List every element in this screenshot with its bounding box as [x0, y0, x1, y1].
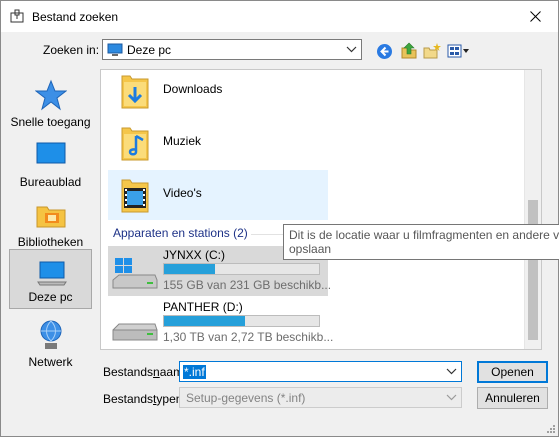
videos-folder-icon: [121, 179, 149, 213]
places-bar: Snelle toegang Bureaublad Bibliotheken D…: [4, 69, 97, 434]
look-in-combo[interactable]: Deze pc: [102, 39, 362, 60]
cancel-button[interactable]: Annuleren: [477, 387, 548, 409]
vertical-scrollbar[interactable]: [524, 70, 541, 349]
new-folder-button[interactable]: [422, 41, 442, 61]
tooltip: Dit is de locatie waar u filmfragmenten …: [283, 224, 559, 260]
close-icon: [529, 11, 541, 22]
file-list[interactable]: Downloads Muziek Video's Apparaten en st: [100, 69, 542, 350]
folder-item-music[interactable]: Muziek: [108, 118, 328, 168]
folder-name: Video's: [163, 186, 202, 200]
back-button[interactable]: [374, 41, 394, 61]
drive-usage-bar: [163, 263, 320, 275]
title-bar: Bestand zoeken: [1, 1, 558, 32]
place-quick-access[interactable]: Snelle toegang: [9, 73, 92, 133]
scrollbar-thumb[interactable]: [528, 200, 538, 340]
drive-usage-bar: [163, 315, 320, 327]
folder-name: Muziek: [163, 134, 202, 148]
close-button[interactable]: [512, 1, 558, 32]
drive-usage-fill: [164, 264, 216, 274]
up-folder-icon: [401, 42, 417, 59]
look-in-value: Deze pc: [127, 43, 172, 57]
chevron-down-icon: [346, 46, 357, 53]
place-label: Netwerk: [28, 355, 73, 369]
place-network[interactable]: Netwerk: [9, 313, 92, 373]
filetype-value: Setup-gegevens (*.inf): [186, 391, 306, 405]
file-dialog: Bestand zoeken Zoeken in: Deze pc Snelle…: [0, 0, 559, 437]
folder-item-downloads[interactable]: Downloads: [108, 70, 328, 116]
place-label: Bibliotheken: [17, 235, 84, 249]
chevron-down-icon: [446, 394, 457, 401]
system-drive-icon: [112, 258, 158, 289]
window-title: Bestand zoeken: [32, 10, 119, 24]
downloads-folder-icon: [121, 75, 149, 109]
libraries-icon: [36, 206, 66, 228]
computer-icon: [37, 261, 67, 286]
place-libraries[interactable]: Bibliotheken: [9, 193, 92, 253]
folder-item-videos[interactable]: Video's: [108, 170, 328, 220]
place-desktop[interactable]: Bureaublad: [9, 133, 92, 193]
filetype-label: Bestandstypen:: [103, 392, 186, 406]
look-in-label: Zoeken in:: [43, 43, 100, 57]
desktop-icon: [36, 142, 66, 164]
drive-free-space: 1,30 TB van 2,72 TB beschikb...: [163, 330, 334, 344]
tooltip-line-2: opslaan: [289, 242, 332, 256]
place-this-pc[interactable]: Deze pc: [9, 249, 92, 309]
chevron-down-icon: [446, 368, 457, 375]
resize-grip-icon[interactable]: [546, 424, 556, 434]
drive-name: PANTHER (D:): [163, 300, 243, 314]
drive-name: JYNXX (C:): [163, 248, 226, 262]
drive-usage-fill: [164, 316, 245, 326]
filetype-select[interactable]: Setup-gegevens (*.inf): [179, 387, 462, 408]
view-menu-button[interactable]: [447, 41, 471, 61]
new-folder-icon: [423, 43, 441, 59]
place-label: Bureaublad: [19, 175, 82, 189]
computer-icon: [107, 43, 123, 56]
star-icon: [35, 79, 67, 111]
music-folder-icon: [121, 127, 149, 161]
network-icon: [40, 320, 62, 349]
filename-label: Bestandsnaam:: [103, 365, 187, 379]
view-menu-icon: [447, 44, 469, 58]
place-label: Snelle toegang: [10, 115, 91, 129]
devices-group-header[interactable]: Apparaten en stations (2): [113, 226, 248, 240]
open-button[interactable]: Openen: [477, 361, 548, 383]
place-label: Deze pc: [28, 290, 73, 304]
folder-name: Downloads: [163, 82, 223, 96]
up-folder-button[interactable]: [399, 41, 419, 61]
back-icon: [376, 43, 392, 59]
drive-free-space: 155 GB van 231 GB beschikb...: [163, 278, 332, 292]
filename-value: *.inf: [183, 365, 206, 379]
filename-input[interactable]: *.inf: [179, 361, 462, 382]
app-icon: [10, 9, 24, 23]
drive-icon: [112, 323, 158, 341]
drive-item-d[interactable]: PANTHER (D:) 1,30 TB van 2,72 TB beschik…: [108, 298, 333, 348]
tooltip-line-1: Dit is de locatie waar u filmfragmenten …: [289, 228, 559, 242]
